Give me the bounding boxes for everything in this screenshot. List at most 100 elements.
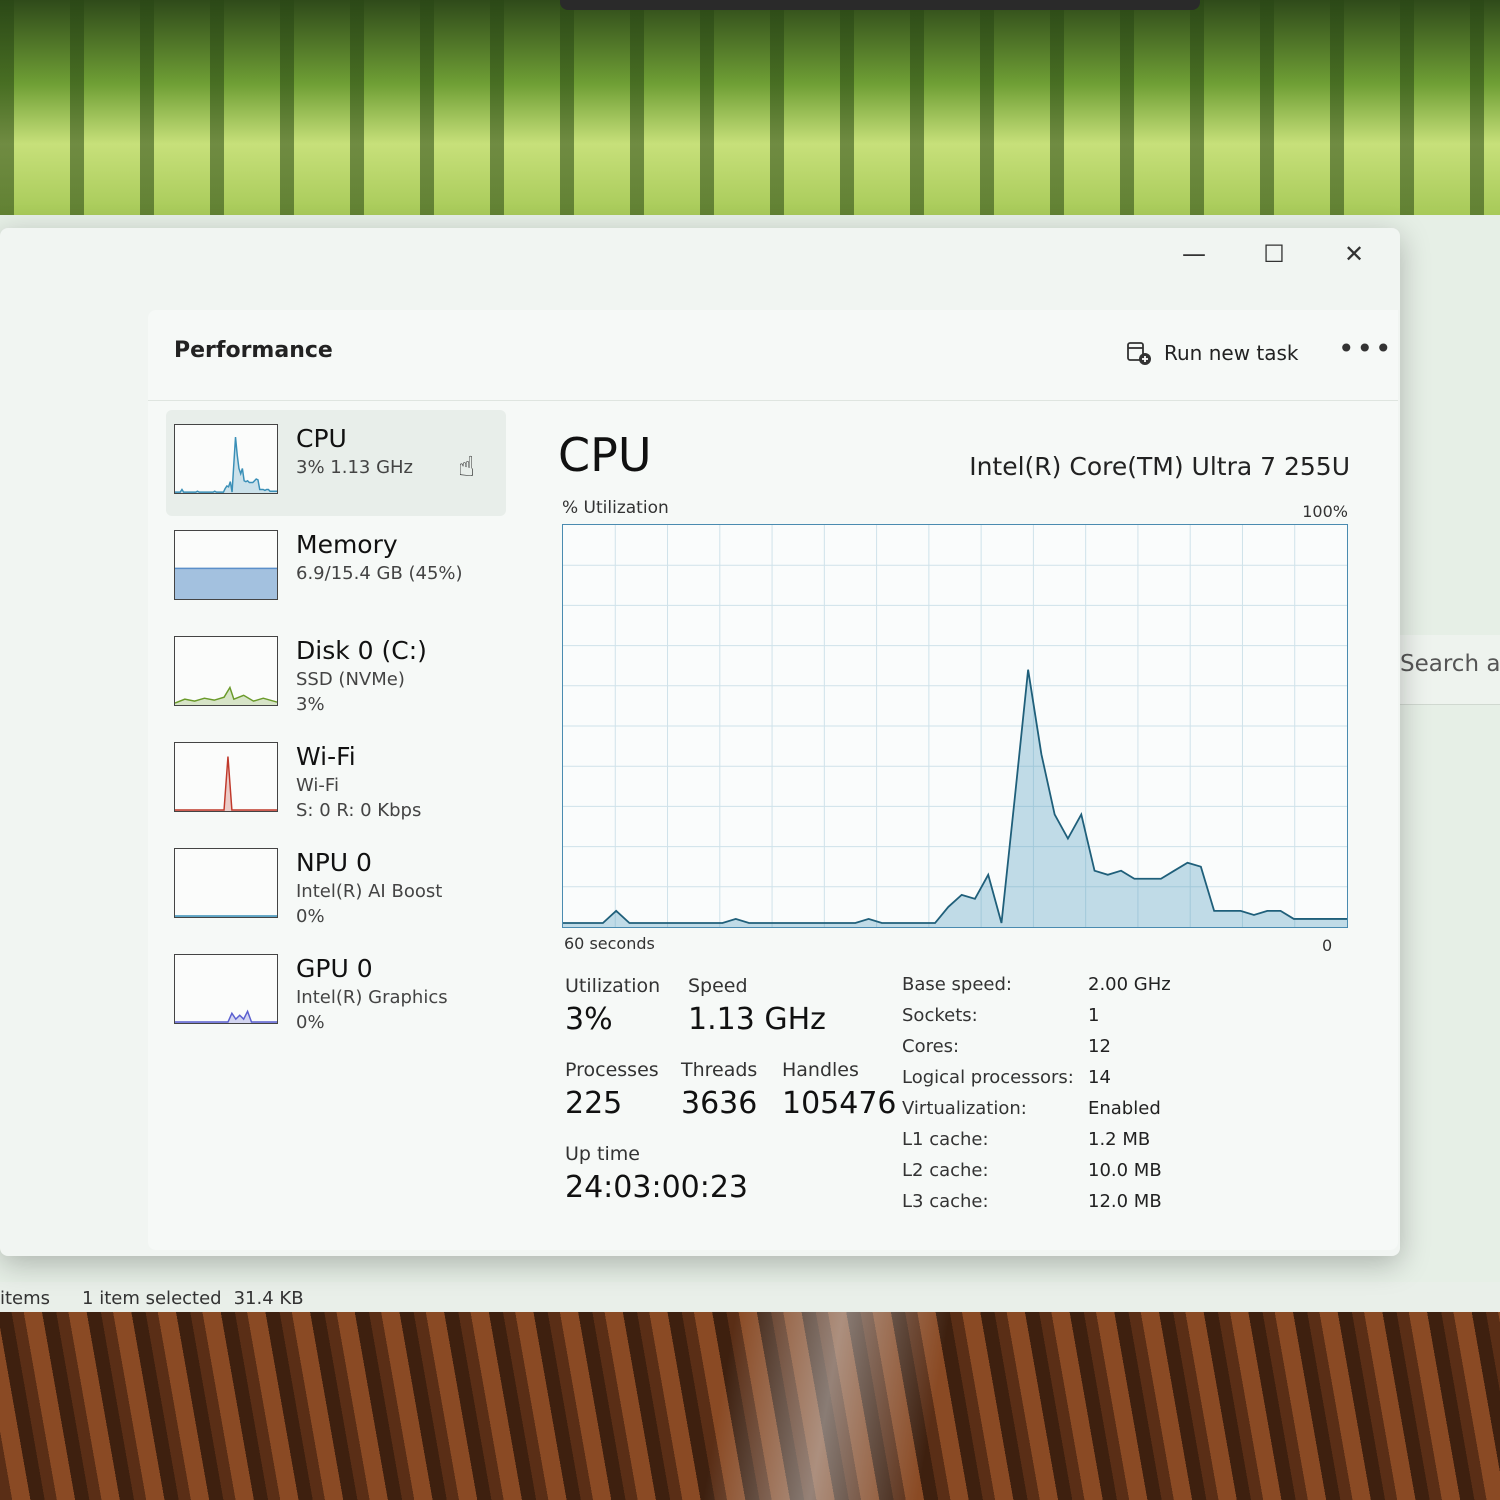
sidebar-item-memory[interactable]: Memory 6.9/15.4 GB (45%): [166, 516, 506, 622]
spec-row: L1 cache: 1.2 MB: [902, 1129, 1262, 1160]
spec-value: 10.0 MB: [1088, 1160, 1162, 1181]
threads-value: 3636: [681, 1086, 758, 1121]
spec-key: L1 cache:: [902, 1129, 989, 1150]
desktop-wallpaper-bottom: [0, 1312, 1500, 1500]
page-title: Performance: [174, 338, 333, 363]
graph-zero-label: 0: [1322, 936, 1333, 955]
spec-key: Cores:: [902, 1036, 960, 1057]
performance-page: Performance Run new task ••• CPU 3% 1.13 …: [148, 310, 1398, 1250]
sidebar-thumbnail-graph: [174, 530, 278, 600]
spec-row: Virtualization: Enabled: [902, 1098, 1262, 1129]
sidebar-item-text: GPU 0 Intel(R) Graphics 0%: [296, 954, 448, 1033]
sidebar-item-text: CPU 3% 1.13 GHz: [296, 424, 413, 502]
thumbnail-area: [175, 1011, 277, 1023]
sidebar-item-cpu[interactable]: CPU 3% 1.13 GHz ☝: [166, 410, 506, 516]
spec-key: Virtualization:: [902, 1098, 1027, 1119]
close-button[interactable]: ✕: [1328, 236, 1380, 272]
sidebar-item-detail-2: 0%: [296, 1012, 325, 1033]
handles-label: Handles: [782, 1059, 859, 1081]
sidebar-item-detail: 6.9/15.4 GB (45%): [296, 563, 463, 584]
sidebar-thumbnail-graph: [174, 424, 278, 494]
thumbnail-line: [175, 436, 277, 493]
spec-row: L2 cache: 10.0 MB: [902, 1160, 1262, 1191]
processes-value: 225: [565, 1086, 623, 1121]
sidebar-item-disk-0-c[interactable]: Disk 0 (C:) SSD (NVMe) 3%: [166, 622, 506, 728]
sidebar-item-text: NPU 0 Intel(R) AI Boost 0%: [296, 848, 443, 927]
cpu-graph-svg: [563, 525, 1347, 927]
background-search-box[interactable]: Search ad: [1392, 635, 1500, 705]
hand-cursor-icon: ☝: [458, 450, 476, 483]
handles-value: 105476: [782, 1086, 897, 1121]
cpu-usage-area: [563, 669, 1347, 927]
sidebar-item-detail: Intel(R) AI Boost: [296, 881, 443, 902]
spec-value: 1: [1088, 1005, 1100, 1026]
desktop-wallpaper-top: [0, 0, 1500, 240]
sidebar-thumbnail-graph: [174, 742, 278, 812]
sidebar-thumbnail-graph: [174, 636, 278, 706]
sidebar-item-text: Memory 6.9/15.4 GB (45%): [296, 530, 463, 608]
thumbnail-area: [175, 568, 277, 599]
utilization-value: 3%: [565, 1002, 613, 1037]
sidebar-item-wi-fi[interactable]: Wi-Fi Wi-Fi S: 0 R: 0 Kbps: [166, 728, 506, 834]
window-controls: — ☐ ✕: [1168, 236, 1380, 272]
cpu-model-name: Intel(R) Core(TM) Ultra 7 255U: [969, 452, 1350, 481]
uptime-label: Up time: [565, 1143, 640, 1165]
status-items: items: [0, 1288, 51, 1309]
sidebar-item-text: Disk 0 (C:) SSD (NVMe) 3%: [296, 636, 427, 715]
thumbnail-area: [175, 437, 277, 493]
spec-row: Cores: 12: [902, 1036, 1262, 1067]
task-manager-window: — ☐ ✕ Performance Run new task ••• CPU 3%…: [0, 228, 1400, 1256]
spec-key: Sockets:: [902, 1005, 978, 1026]
sidebar-item-name: Memory: [296, 530, 398, 559]
sidebar-item-detail: 3% 1.13 GHz: [296, 457, 414, 478]
sidebar-item-detail-2: 3%: [296, 694, 325, 715]
resource-title: CPU: [558, 428, 652, 482]
sidebar-item-name: CPU: [296, 424, 347, 453]
resource-sidebar: CPU 3% 1.13 GHz ☝ Memory 6.9/15.4 GB (45%) Di…: [166, 410, 506, 1046]
run-task-icon: [1127, 342, 1151, 365]
run-new-task-button[interactable]: Run new task: [1126, 340, 1299, 366]
more-options-icon[interactable]: •••: [1338, 332, 1394, 365]
thumbnail-line: [175, 1009, 277, 1023]
minimize-button[interactable]: —: [1168, 236, 1220, 272]
spec-key: Logical processors:: [902, 1067, 1074, 1088]
processes-label: Processes: [565, 1059, 659, 1081]
speed-value: 1.13 GHz: [688, 1002, 826, 1037]
thumbnail-area: [175, 687, 277, 705]
sidebar-item-text: Wi-Fi Wi-Fi S: 0 R: 0 Kbps: [296, 742, 422, 821]
sidebar-item-detail-2: S: 0 R: 0 Kbps: [296, 800, 422, 821]
spec-key: L3 cache:: [902, 1191, 989, 1212]
header-divider: [148, 400, 1398, 401]
utilization-axis-label: % Utilization: [562, 498, 669, 518]
spec-value: 12: [1088, 1036, 1111, 1057]
spec-value: 1.2 MB: [1088, 1129, 1151, 1150]
sidebar-item-npu-0[interactable]: NPU 0 Intel(R) AI Boost 0%: [166, 834, 506, 940]
run-new-task-label: Run new task: [1164, 341, 1299, 365]
sidebar-thumbnail-graph: [174, 848, 278, 918]
screen-bezel: [560, 0, 1200, 10]
cpu-usage-line: [563, 669, 1347, 924]
sidebar-item-detail: Wi-Fi: [296, 775, 339, 796]
spec-row: Sockets: 1: [902, 1005, 1262, 1036]
utilization-max-label: 100%: [1302, 502, 1348, 521]
sidebar-item-name: Wi-Fi: [296, 742, 356, 771]
status-size: 31.4 KB: [233, 1288, 304, 1309]
cpu-specs-table: Base speed: 2.00 GHz Sockets: 1 Cores: 12 Logi…: [902, 974, 1262, 1222]
spec-key: Base speed:: [902, 974, 1012, 995]
maximize-button[interactable]: ☐: [1248, 236, 1300, 272]
sidebar-item-detail-2: 0%: [296, 906, 325, 927]
sidebar-item-gpu-0[interactable]: GPU 0 Intel(R) Graphics 0%: [166, 940, 506, 1046]
spec-row: Base speed: 2.00 GHz: [902, 974, 1262, 1005]
graph-time-span-label: 60 seconds: [564, 934, 655, 953]
sidebar-item-name: NPU 0: [296, 848, 372, 877]
status-selected: 1 item selected: [82, 1288, 222, 1309]
sidebar-item-name: Disk 0 (C:): [296, 636, 427, 665]
spec-value: 14: [1088, 1067, 1111, 1088]
threads-label: Threads: [681, 1059, 758, 1081]
cpu-utilization-graph: [562, 524, 1348, 928]
spec-row: Logical processors: 14: [902, 1067, 1262, 1098]
sidebar-item-name: GPU 0: [296, 954, 373, 983]
explorer-status-bar: items 1 item selected 31.4 KB: [0, 1282, 1500, 1314]
spec-key: L2 cache:: [902, 1160, 989, 1181]
spec-value: Enabled: [1088, 1098, 1161, 1119]
